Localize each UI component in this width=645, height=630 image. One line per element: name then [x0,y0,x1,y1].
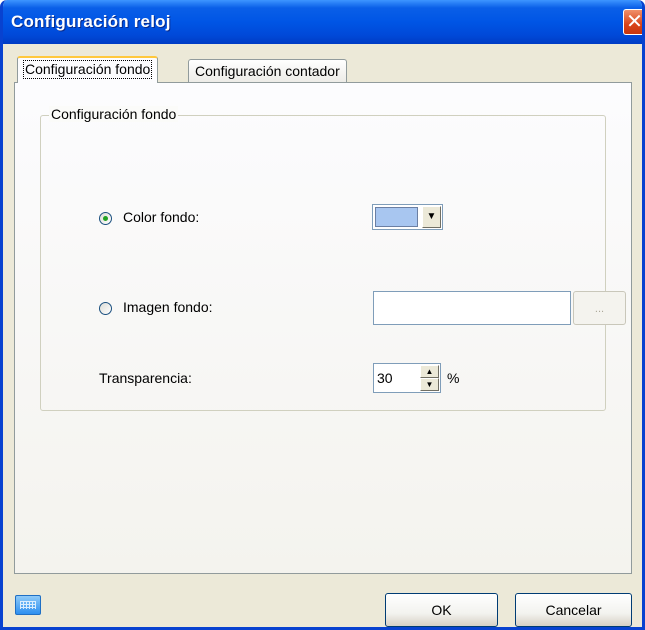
color-background-radio[interactable] [99,212,112,225]
spin-up-icon[interactable]: ▲ [420,365,439,378]
chevron-down-icon[interactable]: ▼ [422,206,441,228]
close-icon: ✕ [626,11,643,33]
browse-button[interactable]: ... [573,291,626,325]
ok-button[interactable]: OK [385,593,498,627]
spin-down-icon[interactable]: ▼ [420,378,439,391]
color-background-label: Color fondo: [123,209,200,225]
background-settings-group: Configuración fondo Color fondo: ▼ Image… [40,106,626,411]
tab-label: Configuración contador [195,63,340,79]
tab-panel: Configuración fondo Color fondo: ▼ Image… [14,82,632,574]
title-bar[interactable]: Configuración reloj ✕ [3,0,643,44]
color-picker-dropdown[interactable]: ▼ [372,204,443,230]
cancel-button[interactable]: Cancelar [515,593,632,627]
transparency-spinner[interactable]: 30 ▲ ▼ [373,363,441,393]
keyboard-icon[interactable] [15,595,41,615]
image-path-input[interactable] [373,291,571,325]
keyboard-keys [20,601,36,609]
tab-label: Configuración fondo [22,60,153,79]
spinner-buttons: ▲ ▼ [420,365,439,391]
dialog-window: Configuración reloj ✕ Configuración fond… [0,0,645,630]
group-title: Configuración fondo [49,106,179,122]
dialog-client-area: Configuración fondo Configuración contad… [3,44,642,627]
percent-unit-label: % [447,370,460,386]
image-background-radio[interactable] [99,302,112,315]
close-button[interactable]: ✕ [623,9,643,35]
tab-configuracion-contador[interactable]: Configuración contador [188,59,347,83]
image-background-label: Imagen fondo: [123,299,213,315]
color-swatch [375,207,418,227]
window-title: Configuración reloj [11,12,171,31]
radio-selected-dot [103,216,108,221]
transparency-label: Transparencia: [99,370,192,386]
tab-configuracion-fondo[interactable]: Configuración fondo [17,56,159,83]
transparency-value[interactable]: 30 [377,370,393,386]
